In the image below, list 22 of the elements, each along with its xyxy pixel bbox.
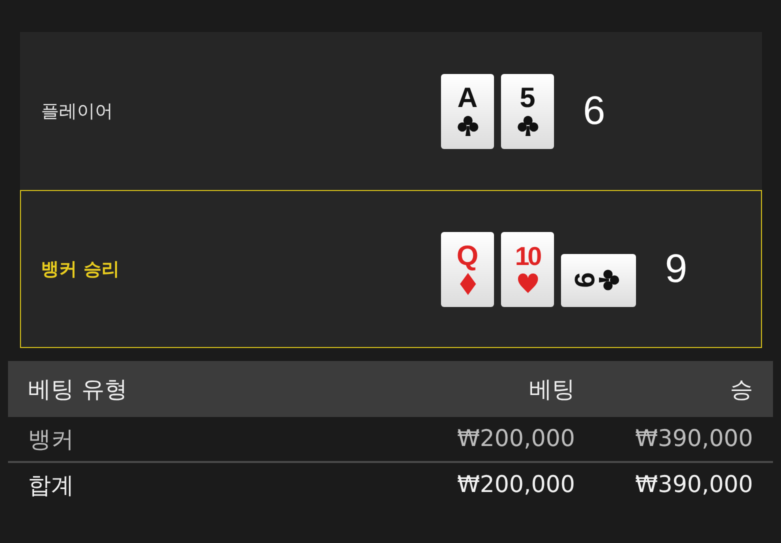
table-cell-text: ₩200,000 bbox=[456, 472, 575, 498]
hearts-suit-icon bbox=[516, 271, 540, 295]
clubs-suit-icon bbox=[456, 114, 480, 138]
hand-label: 뱅커 승리 bbox=[41, 258, 120, 281]
table-cell-text: 뱅커 bbox=[28, 426, 75, 454]
playing-card: A bbox=[441, 74, 494, 148]
table-cell-text: 합계 bbox=[28, 472, 75, 500]
playing-card: 5 bbox=[501, 74, 554, 148]
table-cell-text: ₩200,000 bbox=[456, 426, 575, 452]
hand-total: 9 bbox=[665, 246, 688, 292]
playing-card: Q bbox=[441, 232, 494, 306]
sideways-playing-card: 9 bbox=[561, 254, 636, 306]
column-header: 베팅 bbox=[528, 376, 575, 404]
table-cell-text: ₩390,000 bbox=[634, 472, 753, 498]
hand-label: 플레이어 bbox=[41, 100, 114, 123]
hand-total: 6 bbox=[583, 88, 606, 134]
playing-card: 10 bbox=[501, 232, 554, 306]
column-header: 베팅 유형 bbox=[28, 376, 128, 404]
table-cell-text: ₩390,000 bbox=[634, 426, 753, 452]
column-header: 승 bbox=[729, 376, 753, 404]
clubs-suit-icon bbox=[516, 114, 540, 138]
clubs-suit-icon bbox=[597, 268, 622, 292]
